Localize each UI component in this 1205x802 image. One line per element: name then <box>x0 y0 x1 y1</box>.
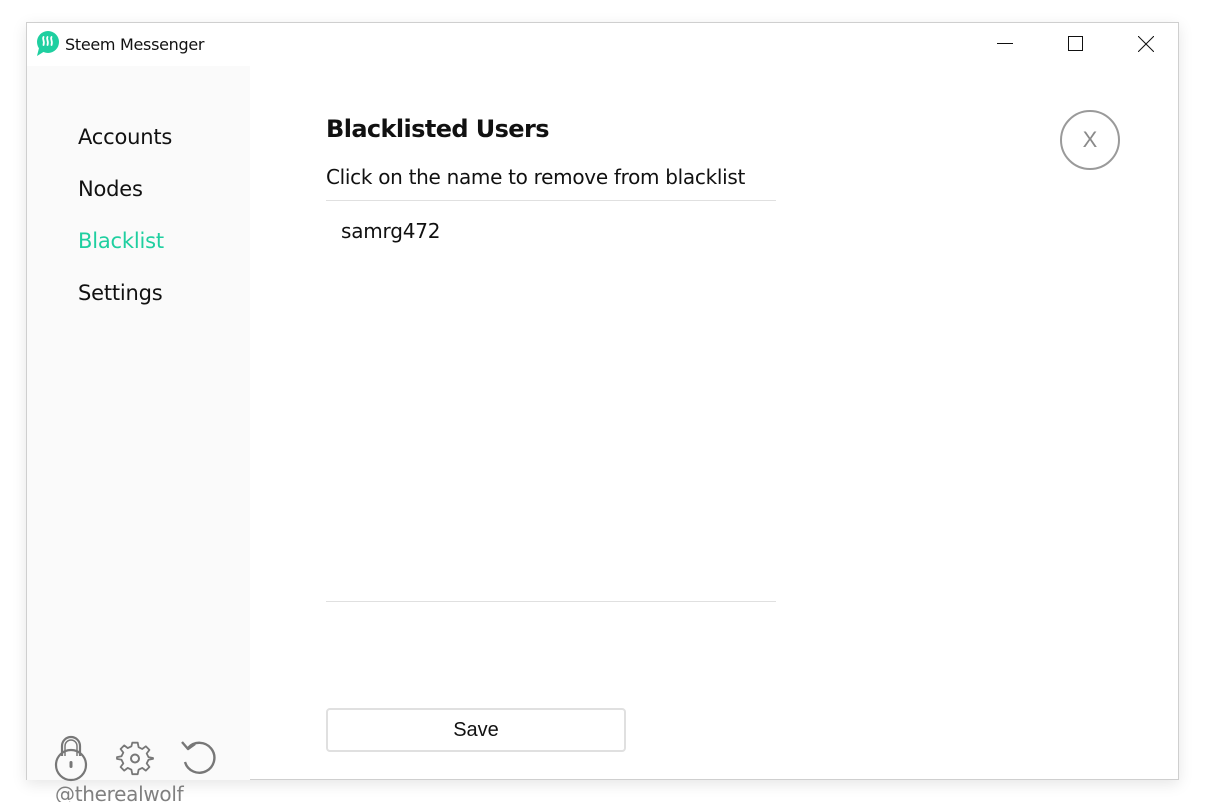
close-panel-button[interactable]: X <box>1060 110 1120 170</box>
maximize-button[interactable] <box>1053 23 1099 66</box>
blacklist-panel: Blacklisted Users Click on the name to r… <box>250 66 1178 779</box>
sidebar-item-nodes[interactable]: Nodes <box>78 177 143 201</box>
save-button[interactable]: Save <box>326 708 626 752</box>
maximize-icon <box>1068 36 1083 51</box>
page-subtitle: Click on the name to remove from blackli… <box>326 165 746 189</box>
sidebar-item-accounts[interactable]: Accounts <box>78 125 172 149</box>
app-title: Steem Messenger <box>65 35 205 54</box>
minimize-icon <box>997 43 1013 44</box>
sidebar-item-settings[interactable]: Settings <box>78 281 163 305</box>
close-icon <box>1138 36 1154 52</box>
gear-icon[interactable] <box>115 740 155 780</box>
current-username: @therealwolf <box>55 782 184 802</box>
page-title: Blacklisted Users <box>326 115 550 143</box>
sidebar: Accounts Nodes Blacklist Settings @there… <box>27 66 250 802</box>
blacklist-list: samrg472 <box>326 200 776 602</box>
steem-logo-icon <box>37 31 59 56</box>
sidebar-item-blacklist[interactable]: Blacklist <box>78 229 164 253</box>
refresh-icon[interactable] <box>179 738 219 778</box>
minimize-button[interactable] <box>982 23 1028 66</box>
lock-icon[interactable] <box>53 734 89 782</box>
window-close-button[interactable] <box>1123 23 1169 66</box>
blacklisted-user-item[interactable]: samrg472 <box>341 219 441 243</box>
title-bar: Steem Messenger <box>27 23 1178 66</box>
app-window: Steem Messenger Accounts Nodes Blacklist… <box>26 22 1179 802</box>
sidebar-footer-icons <box>53 734 233 782</box>
